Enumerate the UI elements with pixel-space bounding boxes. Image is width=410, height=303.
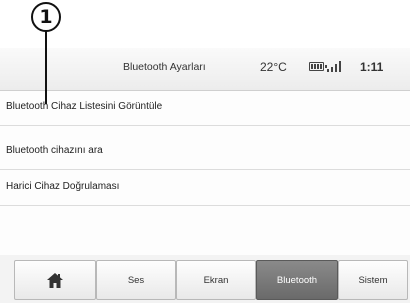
menu-item-view-device-list[interactable]: Bluetooth Cihaz Listesini Görüntüle bbox=[0, 90, 410, 126]
bottom-tab-bar: Ses Ekran Bluetooth Sistem bbox=[0, 255, 410, 303]
menu-item-label: Bluetooth Cihaz Listesini Görüntüle bbox=[6, 101, 163, 112]
tab-label: Sistem bbox=[358, 274, 388, 286]
home-icon bbox=[47, 272, 63, 288]
status-bar: Bluetooth Ayarları 22°C 1:11 bbox=[0, 48, 410, 91]
bluetooth-settings-screen: Bluetooth Ayarları 22°C 1:11 Bluetooth C… bbox=[0, 48, 410, 303]
tab-label: Ses bbox=[127, 274, 145, 286]
tab-sound[interactable]: Ses bbox=[96, 260, 176, 300]
menu-item-external-device-auth[interactable]: Harici Cihaz Doğrulaması bbox=[0, 170, 410, 206]
page-title: Bluetooth Ayarları bbox=[123, 61, 206, 73]
tab-display[interactable]: Ekran bbox=[176, 260, 256, 300]
tab-system[interactable]: Sistem bbox=[338, 260, 408, 300]
tab-label: Ekran bbox=[203, 274, 229, 286]
tab-bluetooth[interactable]: Bluetooth bbox=[256, 260, 338, 300]
tab-label: Bluetooth bbox=[276, 274, 318, 286]
callout-line bbox=[45, 31, 47, 104]
signal-strength-icon bbox=[327, 60, 343, 72]
menu-item-label: Harici Cihaz Doğrulaması bbox=[6, 181, 120, 192]
temperature-readout: 22°C bbox=[260, 60, 287, 74]
clock: 1:11 bbox=[360, 60, 384, 74]
battery-icon bbox=[309, 62, 327, 71]
menu-item-label: Bluetooth cihazını ara bbox=[6, 145, 103, 156]
menu-item-search-device[interactable]: Bluetooth cihazını ara bbox=[0, 134, 410, 170]
callout-marker: 1 bbox=[31, 2, 61, 32]
tab-home[interactable] bbox=[14, 260, 96, 300]
